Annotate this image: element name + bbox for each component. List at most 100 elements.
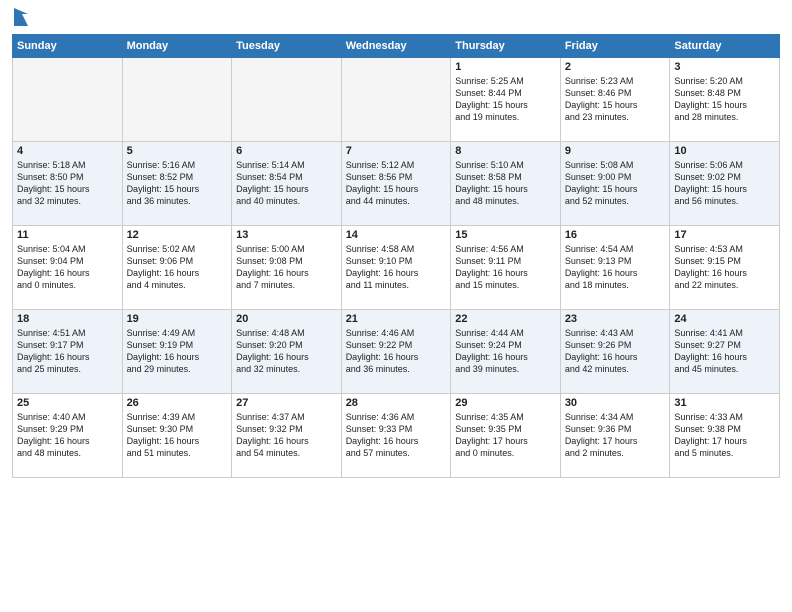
day-number: 28 <box>346 397 447 409</box>
header-cell-monday: Monday <box>122 35 232 58</box>
calendar-body: 1 Sunrise: 5:25 AM Sunset: 8:44 PM Daylig… <box>13 58 780 478</box>
day-info: Sunrise: 5:25 AM Sunset: 8:44 PM Dayligh… <box>455 75 556 124</box>
week-row-2: 11 Sunrise: 5:04 AM Sunset: 9:04 PM Dayli… <box>13 226 780 310</box>
day-info: Sunrise: 4:37 AM Sunset: 9:32 PM Dayligh… <box>236 411 337 460</box>
logo-icon <box>14 8 28 26</box>
header-cell-saturday: Saturday <box>670 35 780 58</box>
week-row-1: 4 Sunrise: 5:18 AM Sunset: 8:50 PM Daylig… <box>13 142 780 226</box>
day-info: Sunrise: 4:41 AM Sunset: 9:27 PM Dayligh… <box>674 327 775 376</box>
day-number: 13 <box>236 229 337 241</box>
day-info: Sunrise: 4:46 AM Sunset: 9:22 PM Dayligh… <box>346 327 447 376</box>
day-cell: 14Sunrise: 4:58 AM Sunset: 9:10 PM Dayli… <box>341 226 451 310</box>
day-info: Sunrise: 5:20 AM Sunset: 8:48 PM Dayligh… <box>674 75 775 124</box>
day-cell: 6 Sunrise: 5:14 AM Sunset: 8:54 PM Daylig… <box>232 142 342 226</box>
day-number: 2 <box>565 61 666 73</box>
week-row-4: 25 Sunrise: 4:40 AM Sunset: 9:29 PM Dayli… <box>13 394 780 478</box>
week-row-3: 18Sunrise: 4:51 AM Sunset: 9:17 PM Dayli… <box>13 310 780 394</box>
day-cell: 15 Sunrise: 4:56 AM Sunset: 9:11 PM Dayli… <box>451 226 561 310</box>
day-info: Sunrise: 4:33 AM Sunset: 9:38 PM Dayligh… <box>674 411 775 460</box>
day-cell: 11 Sunrise: 5:04 AM Sunset: 9:04 PM Dayli… <box>13 226 123 310</box>
day-info: Sunrise: 4:40 AM Sunset: 9:29 PM Dayligh… <box>17 411 118 460</box>
day-number: 11 <box>17 229 118 241</box>
day-cell: 1 Sunrise: 5:25 AM Sunset: 8:44 PM Daylig… <box>451 58 561 142</box>
day-number: 7 <box>346 145 447 157</box>
calendar-header: SundayMondayTuesdayWednesdayThursdayFrid… <box>13 35 780 58</box>
day-cell: 5Sunrise: 5:16 AM Sunset: 8:52 PM Daylig… <box>122 142 232 226</box>
header-cell-wednesday: Wednesday <box>341 35 451 58</box>
header <box>12 10 780 28</box>
day-number: 17 <box>674 229 775 241</box>
day-info: Sunrise: 5:23 AM Sunset: 8:46 PM Dayligh… <box>565 75 666 124</box>
header-cell-sunday: Sunday <box>13 35 123 58</box>
day-number: 31 <box>674 397 775 409</box>
day-cell: 20 Sunrise: 4:48 AM Sunset: 9:20 PM Dayli… <box>232 310 342 394</box>
day-info: Sunrise: 5:08 AM Sunset: 9:00 PM Dayligh… <box>565 159 666 208</box>
day-cell: 26 Sunrise: 4:39 AM Sunset: 9:30 PM Dayli… <box>122 394 232 478</box>
day-number: 8 <box>455 145 556 157</box>
day-cell: 13 Sunrise: 5:00 AM Sunset: 9:08 PM Dayli… <box>232 226 342 310</box>
day-info: Sunrise: 5:12 AM Sunset: 8:56 PM Dayligh… <box>346 159 447 208</box>
day-cell: 9 Sunrise: 5:08 AM Sunset: 9:00 PM Daylig… <box>560 142 670 226</box>
day-number: 3 <box>674 61 775 73</box>
day-number: 24 <box>674 313 775 325</box>
day-number: 1 <box>455 61 556 73</box>
day-number: 16 <box>565 229 666 241</box>
day-info: Sunrise: 5:14 AM Sunset: 8:54 PM Dayligh… <box>236 159 337 208</box>
day-number: 6 <box>236 145 337 157</box>
day-number: 20 <box>236 313 337 325</box>
day-cell: 4 Sunrise: 5:18 AM Sunset: 8:50 PM Daylig… <box>13 142 123 226</box>
day-cell: 19Sunrise: 4:49 AM Sunset: 9:19 PM Dayli… <box>122 310 232 394</box>
day-info: Sunrise: 4:49 AM Sunset: 9:19 PM Dayligh… <box>127 327 228 376</box>
day-info: Sunrise: 4:53 AM Sunset: 9:15 PM Dayligh… <box>674 243 775 292</box>
day-info: Sunrise: 5:04 AM Sunset: 9:04 PM Dayligh… <box>17 243 118 292</box>
day-info: Sunrise: 5:10 AM Sunset: 8:58 PM Dayligh… <box>455 159 556 208</box>
day-info: Sunrise: 4:36 AM Sunset: 9:33 PM Dayligh… <box>346 411 447 460</box>
day-cell: 3 Sunrise: 5:20 AM Sunset: 8:48 PM Daylig… <box>670 58 780 142</box>
day-info: Sunrise: 4:39 AM Sunset: 9:30 PM Dayligh… <box>127 411 228 460</box>
day-info: Sunrise: 5:18 AM Sunset: 8:50 PM Dayligh… <box>17 159 118 208</box>
day-number: 27 <box>236 397 337 409</box>
day-info: Sunrise: 5:06 AM Sunset: 9:02 PM Dayligh… <box>674 159 775 208</box>
day-number: 30 <box>565 397 666 409</box>
day-cell <box>122 58 232 142</box>
day-cell: 28 Sunrise: 4:36 AM Sunset: 9:33 PM Dayli… <box>341 394 451 478</box>
day-info: Sunrise: 5:16 AM Sunset: 8:52 PM Dayligh… <box>127 159 228 208</box>
day-number: 25 <box>17 397 118 409</box>
day-cell: 24 Sunrise: 4:41 AM Sunset: 9:27 PM Dayli… <box>670 310 780 394</box>
day-cell: 12Sunrise: 5:02 AM Sunset: 9:06 PM Dayli… <box>122 226 232 310</box>
week-row-0: 1 Sunrise: 5:25 AM Sunset: 8:44 PM Daylig… <box>13 58 780 142</box>
day-number: 15 <box>455 229 556 241</box>
day-number: 4 <box>17 145 118 157</box>
header-row: SundayMondayTuesdayWednesdayThursdayFrid… <box>13 35 780 58</box>
day-cell: 16 Sunrise: 4:54 AM Sunset: 9:13 PM Dayli… <box>560 226 670 310</box>
day-number: 26 <box>127 397 228 409</box>
day-info: Sunrise: 4:43 AM Sunset: 9:26 PM Dayligh… <box>565 327 666 376</box>
day-info: Sunrise: 4:54 AM Sunset: 9:13 PM Dayligh… <box>565 243 666 292</box>
day-number: 18 <box>17 313 118 325</box>
logo <box>12 10 28 28</box>
day-number: 23 <box>565 313 666 325</box>
day-number: 9 <box>565 145 666 157</box>
day-cell: 23 Sunrise: 4:43 AM Sunset: 9:26 PM Dayli… <box>560 310 670 394</box>
day-info: Sunrise: 5:00 AM Sunset: 9:08 PM Dayligh… <box>236 243 337 292</box>
header-cell-tuesday: Tuesday <box>232 35 342 58</box>
day-cell: 8 Sunrise: 5:10 AM Sunset: 8:58 PM Daylig… <box>451 142 561 226</box>
day-cell: 2 Sunrise: 5:23 AM Sunset: 8:46 PM Daylig… <box>560 58 670 142</box>
day-number: 22 <box>455 313 556 325</box>
day-cell: 7 Sunrise: 5:12 AM Sunset: 8:56 PM Daylig… <box>341 142 451 226</box>
day-cell: 17 Sunrise: 4:53 AM Sunset: 9:15 PM Dayli… <box>670 226 780 310</box>
day-info: Sunrise: 4:48 AM Sunset: 9:20 PM Dayligh… <box>236 327 337 376</box>
day-number: 14 <box>346 229 447 241</box>
day-number: 21 <box>346 313 447 325</box>
day-cell: 18Sunrise: 4:51 AM Sunset: 9:17 PM Dayli… <box>13 310 123 394</box>
page: SundayMondayTuesdayWednesdayThursdayFrid… <box>0 0 792 612</box>
day-info: Sunrise: 4:56 AM Sunset: 9:11 PM Dayligh… <box>455 243 556 292</box>
day-cell: 31 Sunrise: 4:33 AM Sunset: 9:38 PM Dayli… <box>670 394 780 478</box>
day-info: Sunrise: 4:34 AM Sunset: 9:36 PM Dayligh… <box>565 411 666 460</box>
day-info: Sunrise: 5:02 AM Sunset: 9:06 PM Dayligh… <box>127 243 228 292</box>
day-cell: 27 Sunrise: 4:37 AM Sunset: 9:32 PM Dayli… <box>232 394 342 478</box>
day-cell <box>13 58 123 142</box>
day-cell: 22Sunrise: 4:44 AM Sunset: 9:24 PM Dayli… <box>451 310 561 394</box>
day-cell: 25 Sunrise: 4:40 AM Sunset: 9:29 PM Dayli… <box>13 394 123 478</box>
header-cell-thursday: Thursday <box>451 35 561 58</box>
